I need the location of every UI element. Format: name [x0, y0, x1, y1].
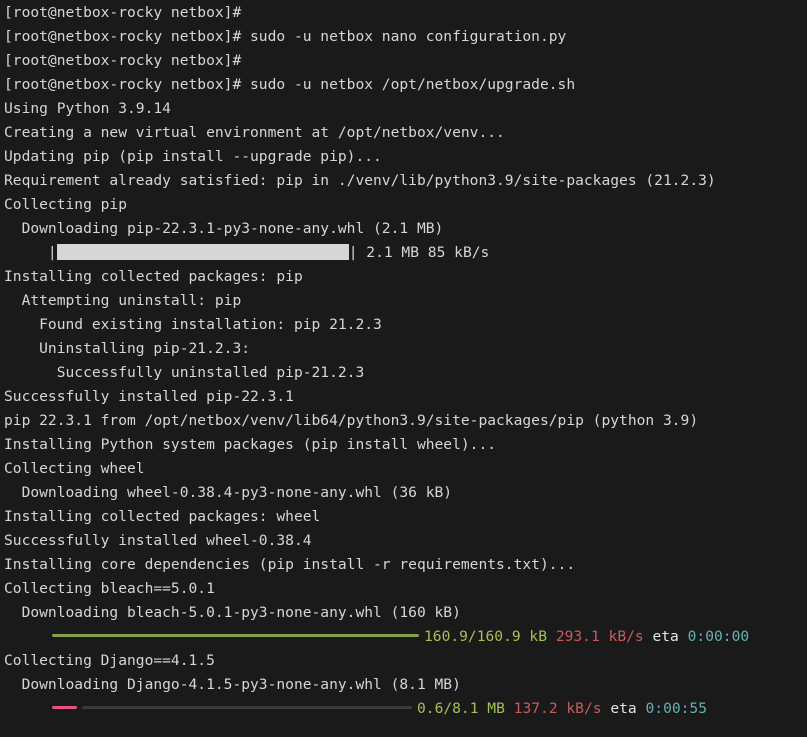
terminal-line: Installing collected packages: pip: [4, 265, 807, 289]
shell-prompt: [root@netbox-rocky netbox]#: [4, 4, 250, 21]
output-python-version: Using Python 3.9.14: [4, 100, 171, 117]
progress-bar-left-delimiter: |: [4, 244, 57, 261]
output-downloading-pip-whl: Downloading pip-22.3.1-py3-none-any.whl …: [4, 220, 443, 237]
progress-bar-django-track: [82, 706, 412, 709]
progress-bleach-rate: 293.1 kB/s: [556, 628, 644, 645]
output-installing-collected-wheel: Installing collected packages: wheel: [4, 508, 320, 525]
progress-line-django: 0.6/8.1 MB 137.2 kB/s eta 0:00:55: [4, 697, 807, 721]
terminal-line: Downloading wheel-0.38.4-py3-none-any.wh…: [4, 481, 807, 505]
progress-bar-bleach: [52, 634, 419, 637]
output-collecting-wheel: Collecting wheel: [4, 460, 145, 477]
output-installing-system-packages: Installing Python system packages (pip i…: [4, 436, 496, 453]
output-installing-core-dependencies: Installing core dependencies (pip instal…: [4, 556, 575, 573]
terminal-line: Successfully installed pip-22.3.1: [4, 385, 807, 409]
progress-line-bleach: 160.9/160.9 kB 293.1 kB/s eta 0:00:00: [4, 625, 807, 649]
output-successfully-uninstalled: Successfully uninstalled pip-21.2.3: [4, 364, 364, 381]
terminal-line: Creating a new virtual environment at /o…: [4, 121, 807, 145]
output-updating-pip: Updating pip (pip install --upgrade pip)…: [4, 148, 382, 165]
progress-django-eta-label: eta: [610, 700, 636, 717]
output-downloading-django-whl: Downloading Django-4.1.5-py3-none-any.wh…: [4, 676, 461, 693]
output-downloading-wheel-whl: Downloading wheel-0.38.4-py3-none-any.wh…: [4, 484, 452, 501]
terminal-line: Installing collected packages: wheel: [4, 505, 807, 529]
progress-bar-pip-legacy-stats: | 2.1 MB 85 kB/s: [349, 244, 490, 261]
output-creating-venv: Creating a new virtual environment at /o…: [4, 124, 505, 141]
terminal-line: Installing core dependencies (pip instal…: [4, 553, 807, 577]
output-collecting-django: Collecting Django==4.1.5: [4, 652, 215, 669]
output-attempting-uninstall: Attempting uninstall: pip: [4, 292, 241, 309]
terminal-line: Successfully uninstalled pip-21.2.3: [4, 361, 807, 385]
progress-bar-django-filled: [52, 706, 77, 709]
terminal-line: Collecting wheel: [4, 457, 807, 481]
output-requirement-satisfied: Requirement already satisfied: pip in ./…: [4, 172, 716, 189]
terminal-line: Uninstalling pip-21.2.3:: [4, 337, 807, 361]
terminal-line: [root@netbox-rocky netbox]# sudo -u netb…: [4, 73, 807, 97]
terminal-line: Found existing installation: pip 21.2.3: [4, 313, 807, 337]
command-upgrade-sh: [root@netbox-rocky netbox]# sudo -u netb…: [4, 76, 575, 93]
terminal-line: Collecting bleach==5.0.1: [4, 577, 807, 601]
terminal-line: Downloading Django-4.1.5-py3-none-any.wh…: [4, 673, 807, 697]
terminal-line: Downloading bleach-5.0.1-py3-none-any.wh…: [4, 601, 807, 625]
progress-django-eta-value: 0:00:55: [646, 700, 708, 717]
terminal-line: Downloading pip-22.3.1-py3-none-any.whl …: [4, 217, 807, 241]
progress-django-size: 0.6/8.1 MB: [417, 700, 505, 717]
terminal-line: Attempting uninstall: pip: [4, 289, 807, 313]
output-collecting-pip: Collecting pip: [4, 196, 127, 213]
terminal-line: Successfully installed wheel-0.38.4: [4, 529, 807, 553]
output-successfully-installed-wheel: Successfully installed wheel-0.38.4: [4, 532, 312, 549]
terminal-line: [root@netbox-rocky netbox]# sudo -u netb…: [4, 25, 807, 49]
terminal-line: Requirement already satisfied: pip in ./…: [4, 169, 807, 193]
output-downloading-bleach-whl: Downloading bleach-5.0.1-py3-none-any.wh…: [4, 604, 461, 621]
terminal-line: Collecting Django==4.1.5: [4, 649, 807, 673]
output-uninstalling-pip: Uninstalling pip-21.2.3:: [4, 340, 250, 357]
output-found-existing-installation: Found existing installation: pip 21.2.3: [4, 316, 382, 333]
terminal-line: Updating pip (pip install --upgrade pip)…: [4, 145, 807, 169]
terminal-line: Installing Python system packages (pip i…: [4, 433, 807, 457]
output-successfully-installed-pip: Successfully installed pip-22.3.1: [4, 388, 294, 405]
progress-bar-pip-legacy: [57, 244, 349, 260]
progress-django-rate: 137.2 kB/s: [514, 700, 602, 717]
terminal-line: Collecting pip: [4, 193, 807, 217]
output-installing-collected-pip: Installing collected packages: pip: [4, 268, 303, 285]
terminal-line: [root@netbox-rocky netbox]#: [4, 49, 807, 73]
terminal-line: [root@netbox-rocky netbox]#: [4, 1, 807, 25]
progress-bleach-eta-label: eta: [652, 628, 678, 645]
progress-bleach-eta-value: 0:00:00: [688, 628, 750, 645]
progress-bleach-size: 160.9/160.9 kB: [424, 628, 547, 645]
output-collecting-bleach: Collecting bleach==5.0.1: [4, 580, 215, 597]
terminal-line: pip 22.3.1 from /opt/netbox/venv/lib64/p…: [4, 409, 807, 433]
progress-line-pip-legacy: | | 2.1 MB 85 kB/s: [4, 241, 807, 265]
terminal-line: Using Python 3.9.14: [4, 97, 807, 121]
output-pip-version-path: pip 22.3.1 from /opt/netbox/venv/lib64/p…: [4, 412, 698, 429]
command-nano-configuration: [root@netbox-rocky netbox]# sudo -u netb…: [4, 28, 566, 45]
terminal-window[interactable]: [root@netbox-rocky netbox]# [root@netbox…: [0, 0, 807, 737]
shell-prompt: [root@netbox-rocky netbox]#: [4, 52, 250, 69]
